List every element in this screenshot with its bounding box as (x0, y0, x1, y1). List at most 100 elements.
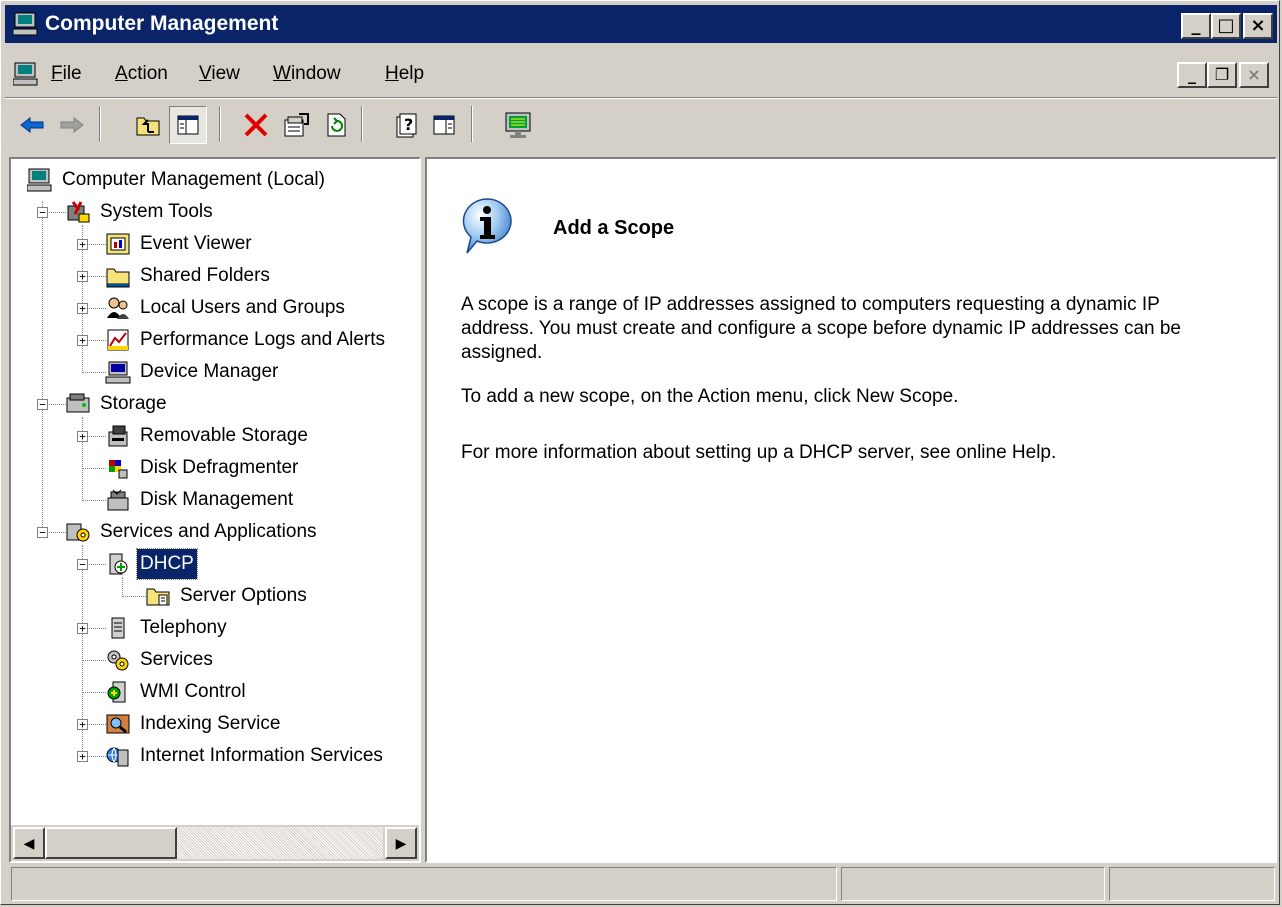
services-icon (107, 650, 129, 671)
tree-item-label: Computer Management (Local) (62, 169, 325, 190)
close-icon: × (1247, 65, 1261, 84)
expand-telephony[interactable]: + (77, 623, 88, 634)
mdi-restore-button[interactable]: ❐ (1207, 62, 1237, 88)
toolbar-separator (361, 106, 363, 142)
tree-connector (82, 500, 106, 501)
show-hide-console-tree-button[interactable] (169, 106, 207, 144)
minimize-icon: _ (1188, 65, 1196, 84)
show-hide-action-pane-button[interactable] (425, 106, 463, 144)
menu-file-label: ile (62, 63, 82, 84)
tree-connector (82, 468, 106, 469)
minimize-icon: _ (1191, 15, 1201, 36)
scroll-left-button[interactable]: ◀ (13, 827, 45, 859)
arrow-left-icon: ◀ (23, 835, 35, 851)
show-hide-console-tree-icon (177, 115, 199, 135)
tree-horizontal-scrollbar[interactable]: ◀ ▶ (11, 825, 419, 861)
refresh-icon (327, 113, 346, 137)
delete-button[interactable] (237, 106, 275, 144)
menu-window-accel: W (273, 63, 291, 84)
refresh-button[interactable] (317, 106, 355, 144)
scroll-right-button[interactable]: ▶ (385, 827, 417, 859)
server-options-icon (146, 588, 170, 606)
close-button[interactable]: × (1243, 13, 1273, 39)
collapse-dhcp[interactable]: − (77, 559, 88, 570)
menu-action[interactable]: Action (115, 63, 168, 85)
device-manager-icon (105, 361, 131, 384)
expand-iis[interactable]: + (77, 751, 88, 762)
menu-window[interactable]: Window (273, 63, 341, 85)
up-one-level-button[interactable] (129, 106, 167, 144)
forward-button[interactable] (53, 106, 91, 144)
expand-shared-folders[interactable]: + (77, 271, 88, 282)
restore-icon: ❐ (1214, 65, 1230, 84)
menu-help-label: elp (398, 63, 425, 84)
expand-performance-logs[interactable]: + (77, 335, 88, 346)
details-pane: Add a Scope A scope is a range of IP add… (425, 157, 1277, 863)
tree-item-label: Internet Information Services (140, 745, 383, 766)
scroll-thumb[interactable] (45, 827, 177, 859)
expand-event-viewer[interactable]: + (77, 239, 88, 250)
tree-item-label: Disk Defragmenter (140, 457, 299, 478)
menu-file[interactable]: File (51, 63, 82, 85)
tree-item-label: Removable Storage (140, 425, 308, 446)
help-icon: ? (396, 113, 417, 138)
server-monitor-button[interactable] (499, 106, 537, 144)
wmi-icon (107, 681, 126, 703)
users-icon (107, 297, 129, 319)
close-icon: × (1250, 15, 1266, 36)
collapse-storage[interactable]: − (37, 399, 48, 410)
menu-bar: File Action View Window Help _ ❐ × (5, 55, 1277, 93)
back-button[interactable] (13, 106, 51, 144)
toolbar: ? (5, 97, 1277, 150)
system-tools-icon (67, 201, 90, 223)
disk-management-icon (107, 489, 129, 511)
storage-icon (66, 393, 90, 413)
menu-view-accel: V (199, 63, 212, 84)
tree-item-label: Disk Management (140, 489, 294, 510)
show-hide-action-pane-icon (433, 115, 455, 135)
menu-file-accel: F (51, 63, 63, 84)
maximize-icon: □ (1217, 15, 1235, 36)
console-tree[interactable]: − + + + + − + − − + + + Computer Managem… (9, 157, 421, 863)
expand-indexing-service[interactable]: + (77, 719, 88, 730)
tree-item-label: System Tools (100, 201, 213, 222)
app-window: Computer Management _ □ × File Action Vi… (0, 0, 1280, 905)
expand-local-users[interactable]: + (77, 303, 88, 314)
content-paragraph-more-info: For more information about setting up a … (461, 442, 1057, 463)
minimize-button[interactable]: _ (1181, 13, 1211, 39)
content-paragraph-add-scope-instructions: To add a new scope, on the Action menu, … (461, 386, 959, 407)
computer-management-icon (13, 12, 38, 36)
menu-view[interactable]: View (199, 63, 240, 85)
collapse-system-tools[interactable]: − (37, 207, 48, 218)
tree-item-label: Services (140, 649, 213, 670)
maximize-button[interactable]: □ (1211, 13, 1241, 39)
expand-removable-storage[interactable]: + (77, 431, 88, 442)
collapse-services-and-applications[interactable]: − (37, 527, 48, 538)
tree-item-label: DHCP (136, 548, 198, 580)
iis-icon (106, 747, 129, 767)
toolbar-separator (99, 106, 101, 142)
computer-icon (27, 168, 52, 192)
tree-connector (82, 692, 106, 693)
tree-item-label: Local Users and Groups (140, 297, 345, 318)
server-monitor-icon (505, 112, 531, 138)
mdi-minimize-button[interactable]: _ (1177, 62, 1207, 88)
menu-help[interactable]: Help (385, 63, 424, 85)
status-panel-main (11, 867, 837, 901)
console-icon[interactable] (13, 61, 39, 87)
tree-item-label: Storage (100, 393, 167, 414)
dhcp-icon (109, 553, 128, 575)
tree-item-label: Telephony (140, 617, 227, 638)
title-bar[interactable]: Computer Management _ □ × (5, 5, 1277, 43)
tree-connector (122, 577, 123, 597)
properties-icon (284, 113, 309, 137)
up-one-level-icon (136, 117, 160, 136)
properties-button[interactable] (277, 106, 315, 144)
tree-item-label: Services and Applications (100, 521, 317, 542)
content-heading: Add a Scope (553, 217, 675, 239)
help-button[interactable]: ? (389, 106, 427, 144)
tree-item-label: Device Manager (140, 361, 279, 382)
content-paragraph-scope-description: A scope is a range of IP addresses assig… (461, 294, 1181, 363)
tree-item-label: Server Options (180, 585, 307, 606)
mdi-close-button[interactable]: × (1239, 62, 1269, 88)
